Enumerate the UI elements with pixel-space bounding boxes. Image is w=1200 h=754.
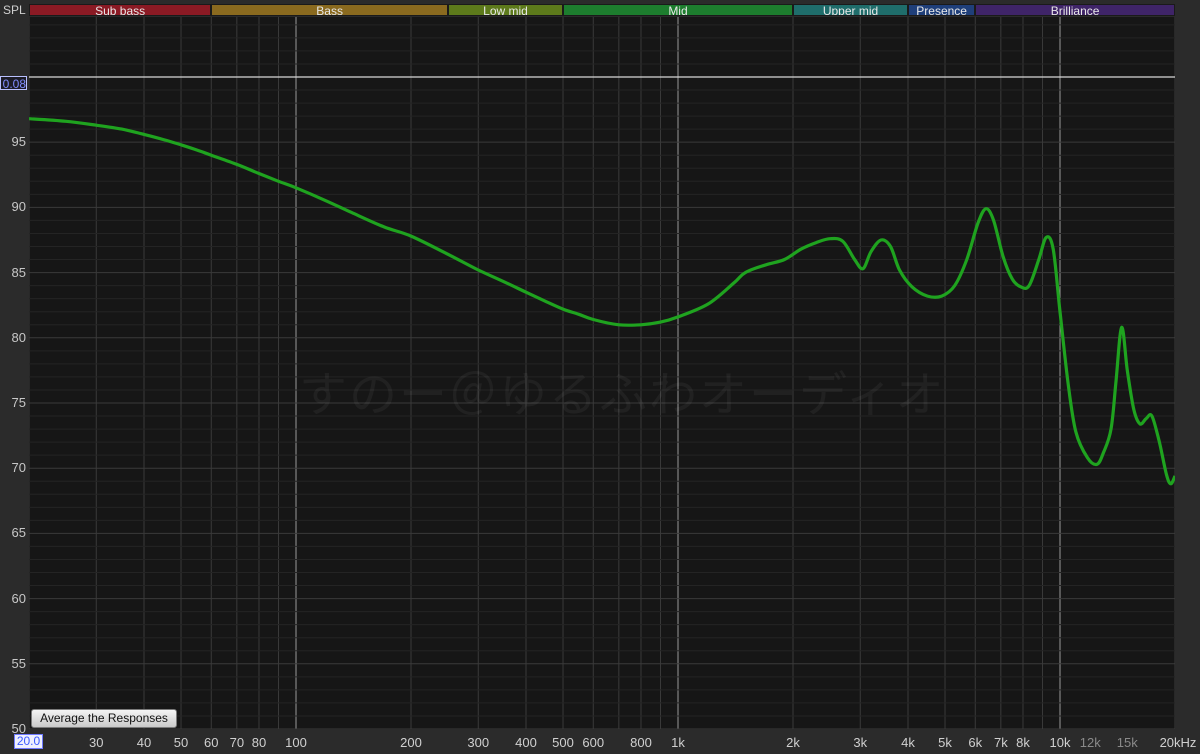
x-tick-label: 1k — [671, 735, 685, 750]
x-tick-label: 3k — [853, 735, 868, 750]
y-tick-label: 95 — [11, 134, 26, 150]
y-tick-label: 85 — [11, 264, 26, 280]
x-tick-label: 50 — [173, 735, 189, 750]
x-tick-label: 4k — [901, 735, 915, 750]
x-tick-label: 70 — [229, 735, 245, 750]
response-curve-layer — [29, 117, 1175, 486]
y-tick-label: 70 — [11, 460, 26, 476]
band-low-mid: Low mid — [448, 4, 563, 16]
x-tick-label: 12k — [1079, 735, 1101, 750]
band-brilliance: Brilliance — [975, 4, 1175, 16]
x-tick-label: 500 — [552, 735, 574, 750]
y-tick-label: 65 — [11, 525, 26, 541]
y-tick-label: 80 — [11, 329, 26, 345]
x-tick-label: 15k — [1116, 735, 1138, 750]
x-tick-label: 8k — [1016, 735, 1030, 750]
average-responses-button[interactable]: Average the Responses — [31, 709, 177, 728]
band-presence: Presence — [907, 4, 976, 16]
frequency-response-line[interactable] — [29, 117, 1175, 486]
x-tick-label: 600 — [582, 735, 605, 750]
x-tick-label: 60 — [204, 735, 219, 750]
x-tick-label: 2k — [786, 735, 800, 750]
x-tick-label: 200 — [400, 735, 422, 750]
x-tick-label: 6k — [968, 735, 983, 750]
y-axis-label: SPL — [3, 3, 26, 17]
start-frequency-label[interactable]: 20.0 — [14, 734, 43, 749]
x-tick-label: 100 — [285, 735, 307, 750]
x-tick-label: 20kHz — [1159, 735, 1197, 750]
plot-area[interactable]: すのー＠ゆるふわオーディオ — [29, 17, 1175, 729]
x-tick-label: 40 — [136, 735, 152, 750]
band-bass: Bass — [211, 4, 448, 16]
y-tick-label: 75 — [11, 394, 26, 410]
band-sub-bass: Sub bass — [29, 4, 212, 16]
x-tick-label: 80 — [251, 735, 267, 750]
band-upper-mid: Upper mid — [793, 4, 908, 16]
x-tick-label: 30 — [89, 735, 104, 750]
x-tick-label: 400 — [515, 735, 537, 750]
x-tick-label: 10k — [1049, 735, 1071, 750]
x-tick-label: 5k — [938, 735, 952, 750]
x-tick-label: 300 — [467, 735, 490, 750]
band-mid: Mid — [563, 4, 793, 16]
y-tick-label: 90 — [11, 199, 26, 215]
y-tick-label: 60 — [11, 590, 26, 606]
x-tick-label: 7k — [993, 735, 1008, 750]
y-tick-label: 55 — [11, 655, 26, 671]
reference-level-label[interactable]: 0.08 — [0, 76, 27, 91]
x-tick-label: 800 — [630, 735, 652, 750]
